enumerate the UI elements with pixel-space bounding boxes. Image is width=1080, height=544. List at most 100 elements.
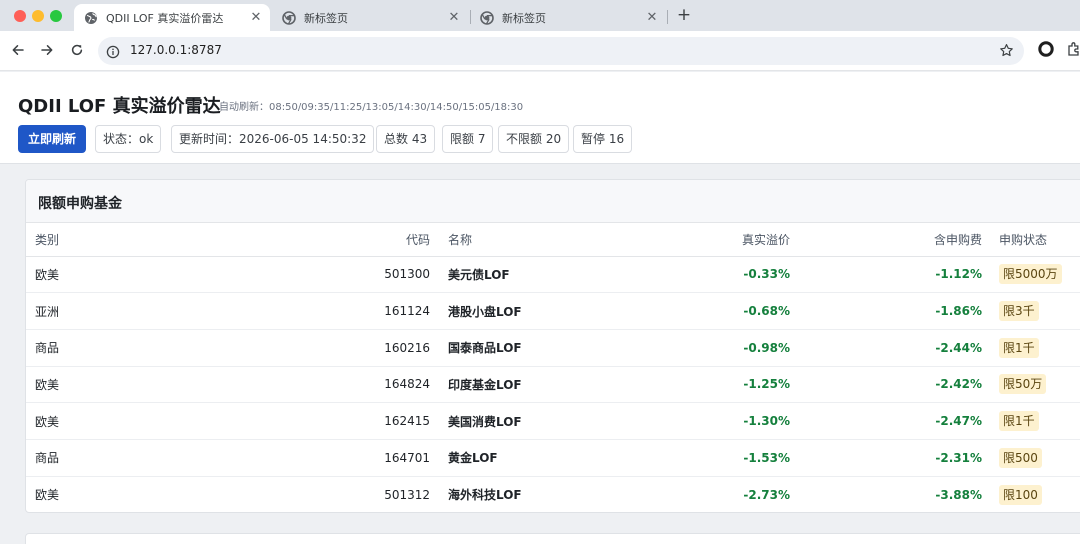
page-title: QDII LOF 真实溢价雷达: [18, 96, 221, 117]
table-row[interactable]: 欧美 164824 印度基金LOF -1.25% -2.42% 限50万: [26, 366, 1080, 404]
table-row[interactable]: 欧美 162415 美国消费LOF -1.30% -2.47% 限1千: [26, 402, 1080, 440]
back-arrow-icon[interactable]: [8, 40, 28, 60]
cell-fee-premium: -1.86%: [792, 292, 984, 330]
globe-icon: [84, 11, 98, 25]
cell-status: 限500: [984, 439, 1080, 477]
limit-badge: 限50万: [999, 374, 1047, 395]
limited-funds-table: 类别 代码 名称 真实溢价 含申购费 申购状态 欧美 501300 美元债LOF…: [26, 223, 1080, 512]
unlimited-count-chip: 不限额 20: [498, 125, 570, 153]
table-row[interactable]: 欧美 501312 海外科技LOF -2.73% -3.88% 限100: [26, 476, 1080, 512]
cell-fee-premium: -2.31%: [792, 439, 984, 477]
cell-status: 限5000万: [984, 256, 1080, 294]
cell-name: 印度基金LOF: [432, 366, 592, 404]
column-header-code[interactable]: 代码: [314, 223, 432, 257]
cell-status: 限3千: [984, 292, 1080, 330]
cell-status: 限1千: [984, 329, 1080, 367]
window-close-button[interactable]: [14, 10, 26, 22]
cell-code: 162415: [314, 402, 432, 440]
cell-premium: -0.33%: [592, 256, 792, 294]
cell-premium: -1.53%: [592, 439, 792, 477]
table-header-row: 类别 代码 名称 真实溢价 含申购费 申购状态: [26, 223, 1080, 257]
total-count-chip: 总数 43: [376, 125, 436, 153]
cell-name: 海外科技LOF: [448, 488, 522, 503]
table-row[interactable]: 商品 164701 黄金LOF -1.53% -2.31% 限500: [26, 439, 1080, 477]
url-text: 127.0.0.1:8787: [130, 43, 222, 57]
site-info-icon[interactable]: [106, 44, 120, 63]
limit-badge: 限1千: [999, 337, 1039, 358]
close-tab-icon[interactable]: ✕: [446, 10, 462, 25]
cell-code: 164701: [314, 439, 432, 477]
table-row[interactable]: 亚洲 161124 港股小盘LOF -0.68% -1.86% 限3千: [26, 292, 1080, 330]
table-row[interactable]: 欧美 501300 美元债LOF -0.33% -1.12% 限5000万: [26, 256, 1080, 294]
limit-badge: 限500: [999, 447, 1042, 468]
next-section-card: [25, 533, 1080, 544]
browser-toolbar: 127.0.0.1:8787: [0, 31, 1080, 71]
column-header-type[interactable]: 类别: [26, 223, 314, 257]
cell-status: 限1千: [984, 402, 1080, 440]
cell-fee-premium: -2.42%: [792, 366, 984, 404]
refresh-now-button[interactable]: 立即刷新: [18, 125, 87, 153]
cell-status: 限100: [984, 476, 1080, 512]
extension-circle-icon[interactable]: [1038, 41, 1054, 61]
table-row[interactable]: 商品 160216 国泰商品LOF -0.98% -2.44% 限1千: [26, 329, 1080, 367]
extensions-puzzle-icon[interactable]: [1066, 41, 1080, 61]
browser-tab-new-2[interactable]: 新标签页 ✕: [470, 4, 666, 31]
column-header-name[interactable]: 名称: [432, 223, 592, 257]
browser-tab-radar[interactable]: QDII LOF 真实溢价雷达 ✕: [74, 4, 270, 31]
cell-status: 限50万: [984, 366, 1080, 404]
cell-code: 161124: [314, 292, 432, 330]
limit-badge: 限3千: [999, 301, 1039, 322]
update-time-chip: 更新时间：2026-06-05 14:50:32: [171, 125, 375, 153]
cell-premium: -1.25%: [592, 366, 792, 404]
cell-type: 欧美: [26, 256, 314, 294]
browser-tab-new-1[interactable]: 新标签页 ✕: [272, 4, 468, 31]
tab-title: 新标签页: [502, 11, 546, 25]
cell-type: 欧美: [35, 488, 60, 503]
cell-code: 501300: [314, 256, 432, 294]
card-title: 限额申购基金: [38, 196, 122, 212]
window-zoom-button[interactable]: [50, 10, 62, 22]
column-header-fee-premium[interactable]: 含申购费: [792, 223, 984, 257]
address-bar[interactable]: 127.0.0.1:8787: [98, 37, 1024, 65]
tab-title: 新标签页: [304, 11, 348, 25]
cell-premium: -0.98%: [592, 329, 792, 367]
column-header-premium[interactable]: 真实溢价: [592, 223, 792, 257]
cell-fee-premium: -2.44%: [792, 329, 984, 367]
chrome-icon: [282, 10, 296, 25]
forward-arrow-icon[interactable]: [37, 40, 57, 60]
new-tab-plus-icon[interactable]: +: [676, 5, 692, 25]
cell-code: 160216: [314, 329, 432, 367]
window-minimize-button[interactable]: [32, 10, 44, 22]
suspended-count-chip: 暂停 16: [573, 125, 633, 153]
cell-type: 欧美: [26, 366, 314, 404]
cell-fee-premium: -1.12%: [792, 256, 984, 294]
limit-badge: 限100: [999, 484, 1042, 505]
chrome-icon: [480, 10, 494, 25]
limited-count-chip: 限额 7: [442, 125, 494, 153]
close-tab-icon[interactable]: ✕: [644, 10, 660, 25]
cell-name: 国泰商品LOF: [432, 329, 592, 367]
cell-fee-premium: -2.47%: [792, 402, 984, 440]
cell-name: 美元债LOF: [432, 256, 592, 294]
column-header-status[interactable]: 申购状态: [984, 223, 1080, 257]
limit-badge: 限1千: [999, 411, 1039, 432]
tab-title: QDII LOF 真实溢价雷达: [106, 11, 224, 25]
card-header: 限额申购基金: [26, 180, 1080, 223]
cell-premium: -1.30%: [592, 402, 792, 440]
cell-type: 亚洲: [26, 292, 314, 330]
bookmark-star-icon[interactable]: [999, 43, 1014, 62]
auto-refresh-schedule: 自动刷新：08:50/09:35/11:25/13:05/14:30/14:50…: [219, 102, 524, 113]
status-chip: 状态：ok: [95, 125, 162, 153]
browser-tab-strip: QDII LOF 真实溢价雷达 ✕ 新标签页 ✕ 新标签页 ✕ +: [0, 0, 1080, 31]
reload-icon[interactable]: [67, 40, 87, 60]
cell-code: 501312: [384, 487, 430, 502]
cell-name: 黄金LOF: [432, 439, 592, 477]
tab-divider: [667, 10, 668, 24]
limited-funds-card: 限额申购基金 类别 代码 名称 真实溢价 含申购费 申购状态 欧美 501300…: [25, 179, 1080, 513]
cell-type: 商品: [26, 439, 314, 477]
cell-code: 164824: [314, 366, 432, 404]
table-body: 欧美 501300 美元债LOF -0.33% -1.12% 限5000万 亚洲…: [26, 256, 1080, 512]
cell-fee-premium: -3.88%: [935, 487, 982, 502]
close-tab-icon[interactable]: ✕: [248, 10, 264, 25]
cell-premium: -2.73%: [743, 487, 790, 502]
